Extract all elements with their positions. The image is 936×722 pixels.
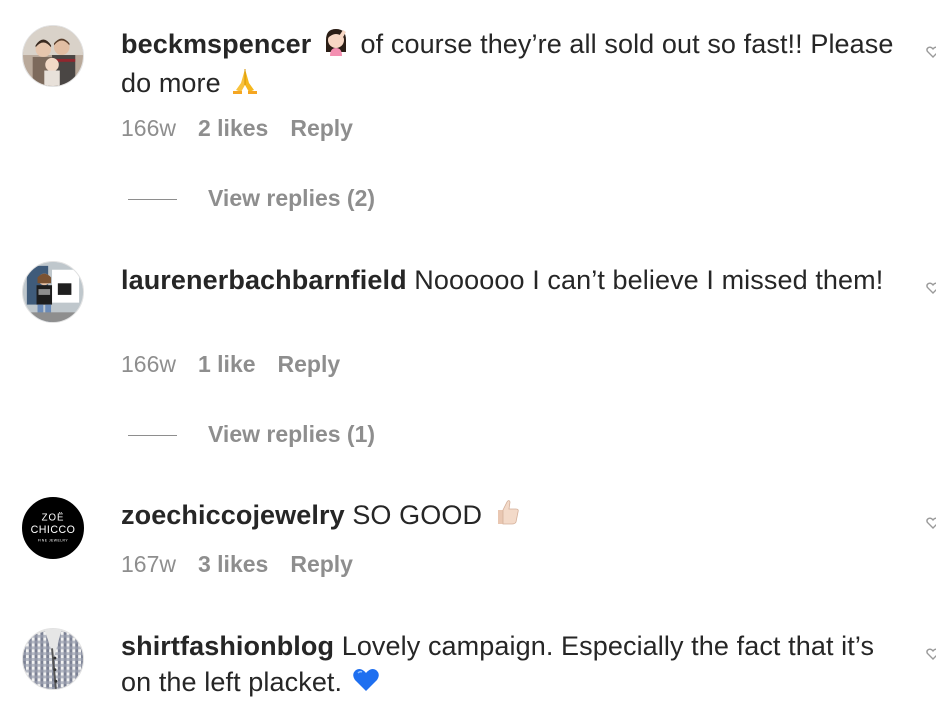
view-replies-button[interactable]: View replies (1): [128, 420, 375, 448]
heart-icon[interactable]: [926, 647, 936, 661]
view-replies-label: View replies (1): [208, 421, 376, 447]
thumbs-up-icon: [492, 497, 522, 536]
brand-logo: ZOË CHICCO FINE JEWELRY: [23, 498, 83, 558]
comment-body: SO GOOD: [352, 500, 483, 530]
comment-meta: 166w 2 likes Reply: [121, 114, 353, 142]
avatar[interactable]: [22, 261, 84, 323]
comment-meta: 166w 1 like Reply: [121, 350, 340, 378]
view-replies-label: View replies (2): [208, 185, 376, 211]
blue-heart-icon: [352, 666, 380, 703]
avatar[interactable]: [22, 628, 84, 690]
avatar[interactable]: ZOË CHICCO FINE JEWELRY: [22, 497, 84, 559]
comment-text: shirtfashionblog Lovely campaign. Especi…: [121, 628, 901, 703]
replies-divider-line: [128, 199, 177, 201]
comment-text: zoechiccojewelry SO GOOD: [121, 497, 901, 536]
comment-text: laurenerbachbarnfield Noooooo I can’t be…: [121, 262, 901, 298]
comment-timestamp[interactable]: 166w: [121, 115, 176, 141]
heart-icon[interactable]: [926, 281, 936, 295]
heart-icon[interactable]: [926, 45, 936, 59]
reply-button[interactable]: Reply: [278, 351, 341, 377]
comment-text: beckmspencer of course they’re all sold …: [121, 26, 901, 104]
comment-timestamp[interactable]: 167w: [121, 551, 176, 577]
comment-meta: 167w 3 likes Reply: [121, 550, 353, 578]
svg-text:FINE JEWELRY: FINE JEWELRY: [38, 539, 69, 543]
comment-username[interactable]: beckmspencer: [121, 29, 311, 59]
comment-username[interactable]: shirtfashionblog: [121, 631, 334, 661]
folded-hands-icon: [230, 65, 260, 104]
likes-count[interactable]: 2 likes: [198, 115, 268, 141]
woman-facepalming-icon: [321, 26, 351, 65]
likes-count[interactable]: 3 likes: [198, 551, 268, 577]
comment-body: Noooooo I can’t believe I missed them!: [414, 265, 884, 295]
likes-count[interactable]: 1 like: [198, 351, 256, 377]
view-replies-button[interactable]: View replies (2): [128, 184, 375, 212]
replies-divider-line: [128, 435, 177, 437]
svg-text:ZOË: ZOË: [42, 512, 65, 523]
reply-button[interactable]: Reply: [290, 115, 353, 141]
svg-text:CHICCO: CHICCO: [31, 524, 76, 536]
heart-icon[interactable]: [926, 516, 936, 530]
comment-username[interactable]: laurenerbachbarnfield: [121, 265, 407, 295]
reply-button[interactable]: Reply: [290, 551, 353, 577]
comment-username[interactable]: zoechiccojewelry: [121, 500, 345, 530]
comment-timestamp[interactable]: 166w: [121, 351, 176, 377]
avatar[interactable]: [22, 25, 84, 87]
